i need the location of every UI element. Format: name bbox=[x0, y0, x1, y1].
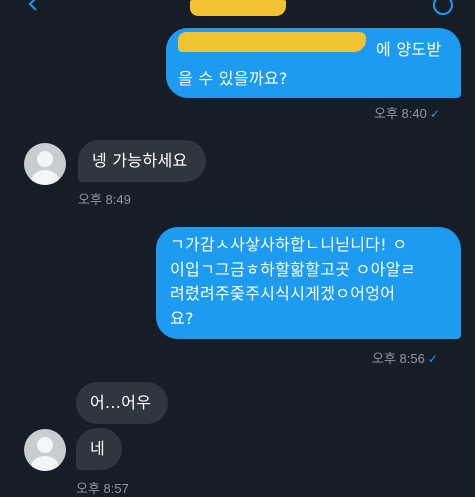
user-silhouette-icon bbox=[31, 437, 59, 471]
message-timestamp: 오후 8:56 ✓ bbox=[372, 351, 438, 366]
message-text: 어...어우 bbox=[90, 393, 152, 412]
message-text: 넹 가능하세요 bbox=[92, 151, 188, 170]
incoming-message[interactable]: 넹 가능하세요 bbox=[78, 140, 206, 182]
avatar[interactable] bbox=[24, 143, 66, 185]
conversation-title-redacted bbox=[190, 0, 286, 16]
message-timestamp: 오후 8:57 bbox=[76, 481, 129, 496]
message-timestamp: 오후 8:40 ✓ bbox=[374, 106, 440, 121]
info-icon[interactable] bbox=[432, 0, 454, 20]
conversation-header bbox=[0, 0, 475, 22]
user-silhouette-icon bbox=[31, 151, 59, 185]
message-timestamp: 오후 8:49 bbox=[78, 192, 131, 207]
incoming-message[interactable]: 네 bbox=[76, 428, 122, 470]
outgoing-message[interactable]: 에 양도받 을 수 있을까요? bbox=[166, 28, 461, 98]
message-text: 네 bbox=[90, 439, 106, 458]
read-check-icon: ✓ bbox=[429, 107, 440, 121]
message-text-line2: 을 수 있을까요? bbox=[178, 69, 288, 88]
read-check-icon: ✓ bbox=[427, 352, 438, 366]
outgoing-message[interactable]: ㄱ가감ㅅ사샇사하합ㄴ니닏니다! ㅇ 이입ㄱ그금ㅎ하할핢할고곳 ㅇ아알ㄹ 려렸려주… bbox=[156, 227, 461, 339]
redacted-text bbox=[178, 32, 366, 52]
message-text-line1: 에 양도받 bbox=[376, 40, 442, 59]
incoming-message[interactable]: 어...어우 bbox=[76, 382, 168, 424]
chevron-left-icon[interactable] bbox=[26, 0, 42, 16]
message-text: ㄱ가감ㅅ사샇사하합ㄴ니닏니다! ㅇ 이입ㄱ그금ㅎ하할핢할고곳 ㅇ아알ㄹ 려렸려주… bbox=[170, 235, 416, 328]
avatar[interactable] bbox=[24, 429, 66, 471]
